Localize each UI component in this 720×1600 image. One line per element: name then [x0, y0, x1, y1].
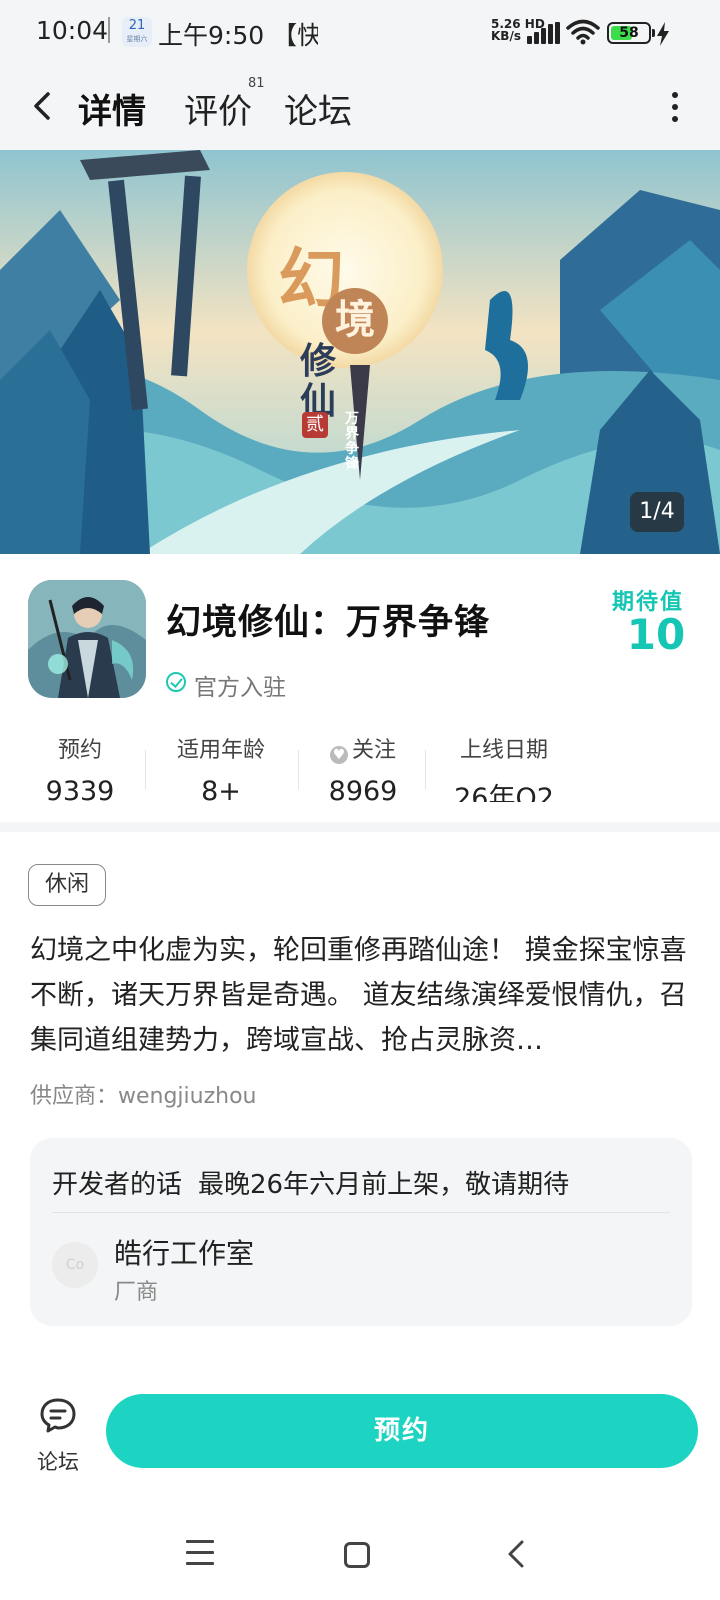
stat-label: 关注 — [351, 738, 396, 763]
section-divider — [0, 822, 720, 832]
status-divider — [108, 17, 110, 43]
banner-logo-badge: 贰 — [302, 412, 328, 438]
battery-text: 58 — [619, 25, 639, 41]
game-description[interactable]: 幻境之中化虚为实，轮回重修再踏仙途！ 摸金探宝惊喜不断，诸天万界皆是奇遇。 道友… — [30, 928, 692, 1063]
stat-label: 预约 — [57, 738, 102, 763]
stat-value: 8969 — [328, 776, 398, 802]
stat-followers: ♥ 关注 8969 — [316, 732, 410, 802]
banner-page-indicator: 1/4 — [630, 492, 684, 532]
recent-apps-icon[interactable] — [186, 1540, 214, 1566]
developer-words-text: 最晚26年六月前上架，敬请期待 — [198, 1170, 570, 1200]
more-options-icon[interactable] — [660, 86, 690, 130]
status-bar: 10:04 21 星期六 上午9:50 【快 5.26 HD KB/s 58 — [0, 0, 720, 66]
forum-button[interactable]: 论坛 — [28, 1396, 88, 1476]
official-label: 官方入驻 — [194, 675, 286, 701]
genre-tag[interactable]: 休闲 — [28, 864, 106, 906]
calendar-day: 21 — [128, 18, 146, 33]
heart-icon: ♥ — [329, 746, 348, 764]
stat-divider — [425, 750, 426, 790]
system-navigation-bar — [0, 1516, 720, 1600]
stat-release-date: 上线日期 26年Q2 — [446, 732, 562, 802]
official-badge: 官方入驻 — [166, 668, 286, 702]
stat-divider — [145, 750, 146, 790]
wifi-icon — [566, 19, 600, 45]
signal-icon — [527, 22, 561, 44]
forum-chat-icon — [40, 1398, 76, 1433]
stats-row: 预约 9339 适用年龄 8+ ♥ 关注 8969 上线日期 26年Q2 — [0, 732, 720, 802]
tab-review-label: 评价 — [184, 92, 252, 132]
stat-label: 适用年龄 — [176, 738, 265, 763]
verified-check-icon — [166, 672, 186, 692]
status-notification-text: 上午9:50 【快 — [158, 21, 318, 50]
battery-tip — [652, 29, 655, 37]
developer-card-divider — [52, 1212, 670, 1213]
stat-reservations: 预约 9339 — [40, 732, 120, 802]
developer-avatar[interactable]: Co — [52, 1242, 98, 1288]
app-icon — [28, 580, 146, 698]
supplier-text: 供应商：wengjiuzhou — [30, 1084, 257, 1109]
tab-forum[interactable]: 论坛 — [284, 84, 352, 133]
stat-value: 26年Q2 — [454, 783, 554, 802]
banner-carousel[interactable]: 幻 境 修 仙 贰 万界争锋 — [0, 150, 720, 554]
reserve-button[interactable]: 预约 — [106, 1394, 698, 1468]
top-navigation: 详情 评价 81 论坛 — [0, 66, 720, 150]
forum-button-label: 论坛 — [37, 1450, 79, 1474]
developer-card: 开发者的话 最晚26年六月前上架，敬请期待 Co 皓行工作室 厂商 — [30, 1138, 692, 1326]
back-icon[interactable] — [22, 84, 66, 128]
app-title: 幻境修仙：万界争锋 — [166, 603, 491, 643]
battery-icon: 58 — [607, 22, 651, 44]
charging-icon — [657, 22, 669, 46]
tab-forum-label: 论坛 — [284, 92, 352, 132]
stat-label-wrap: ♥ 关注 — [316, 732, 410, 764]
tab-review[interactable]: 评价 81 — [184, 76, 265, 133]
stat-label: 上线日期 — [459, 738, 548, 763]
calendar-sub: 星期六 — [126, 35, 148, 43]
status-time: 10:04 — [36, 16, 109, 45]
developer-role: 厂商 — [114, 1280, 159, 1305]
tab-detail[interactable]: 详情 — [76, 84, 148, 133]
expect-score-value: 10 — [626, 610, 686, 659]
developer-words-label: 开发者的话 — [52, 1170, 183, 1200]
banner-logo-ribbon-text: 万界争锋 — [345, 411, 359, 472]
developer-name[interactable]: 皓行工作室 — [114, 1232, 254, 1272]
home-icon[interactable] — [344, 1542, 370, 1568]
developer-words: 开发者的话 最晚26年六月前上架，敬请期待 — [52, 1164, 569, 1201]
stat-age-rating: 适用年龄 8+ — [166, 732, 276, 802]
tab-detail-label: 详情 — [78, 92, 146, 132]
system-back-icon[interactable] — [502, 1538, 532, 1570]
calendar-icon: 21 星期六 — [122, 17, 152, 47]
review-count-badge: 81 — [248, 76, 265, 91]
stat-value: 9339 — [45, 776, 115, 802]
stat-value: 8+ — [201, 776, 241, 802]
stat-divider — [298, 750, 299, 790]
